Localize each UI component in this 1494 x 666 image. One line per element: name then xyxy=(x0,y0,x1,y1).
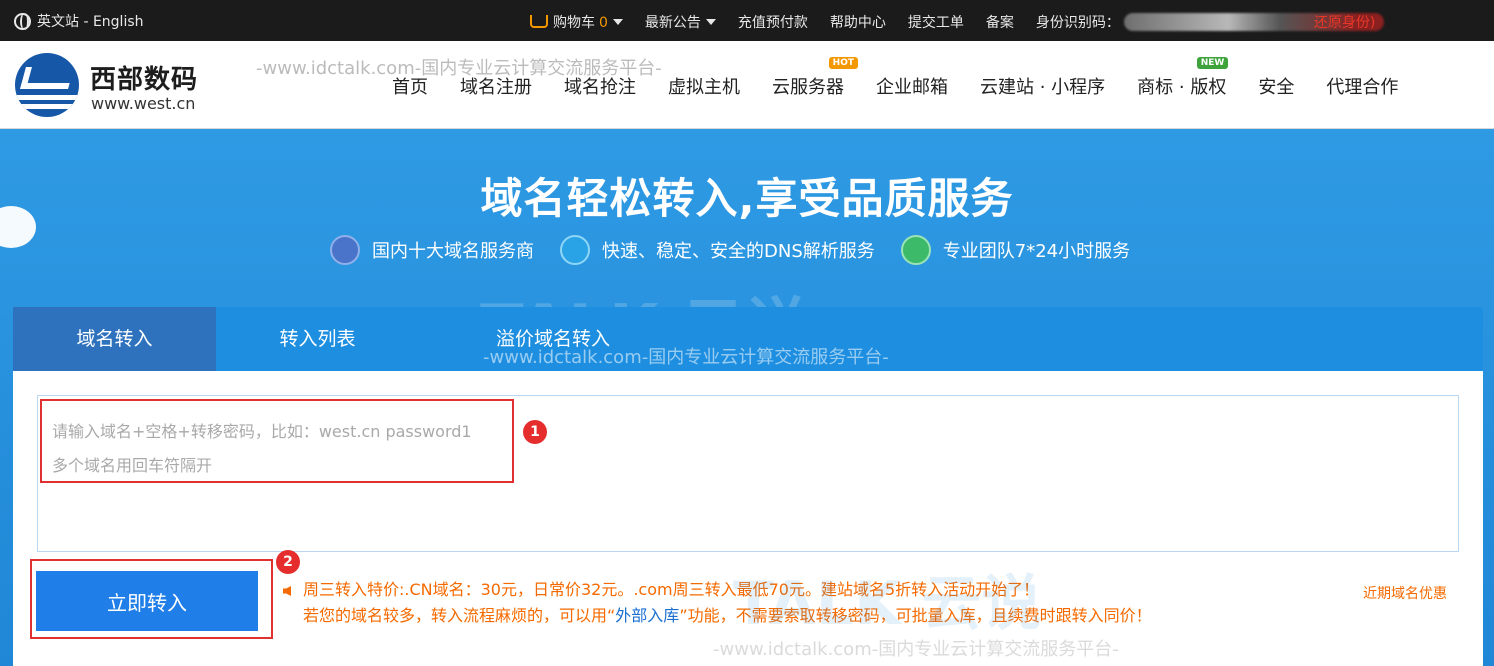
feature-item: 国内十大域名服务商 xyxy=(330,235,534,265)
hero-title: 域名轻松转入,享受品质服务 xyxy=(480,174,1014,223)
support-icon xyxy=(900,235,931,265)
annotation-marker-1: 1 xyxy=(523,420,547,444)
west-logo-icon[interactable] xyxy=(15,53,79,117)
nav-virtual-host[interactable]: 虚拟主机 xyxy=(668,73,740,99)
feature-list: 国内十大域名服务商 快速、稳定、安全的DNS解析服务 专业团队7*24小时服务 xyxy=(330,235,1156,265)
cart-count: 0 xyxy=(599,15,608,31)
ticket-link[interactable]: 提交工单 xyxy=(908,12,964,32)
nav-security[interactable]: 安全 xyxy=(1258,73,1294,99)
nav-domain-register[interactable]: 域名注册 xyxy=(460,73,532,99)
language-label: 英文站 - English xyxy=(37,14,144,30)
identity-code: 身份识别码： 还原身份) xyxy=(1036,12,1384,32)
annotation-marker-2: 2 xyxy=(276,550,300,574)
chevron-down-icon xyxy=(612,19,623,25)
annotation-box-2 xyxy=(30,559,273,639)
tab-transfer-list[interactable]: 转入列表 xyxy=(216,307,419,371)
top-bar: 英文站 - English 购物车 0 最新公告 充值预付款 帮助中心 提交工单 … xyxy=(0,0,1494,41)
transfer-panel: 域名转入 转入列表 溢价域名转入 -www.idctalk.com-国内专业云计… xyxy=(13,307,1483,666)
nav-site-builder[interactable]: 云建站 · 小程序 xyxy=(980,73,1105,99)
main-nav: 首页 域名注册 域名抢注 虚拟主机 云服务器 HOT 企业邮箱 云建站 · 小程序… xyxy=(392,57,1398,99)
annotation-box-1 xyxy=(40,399,514,483)
tab-premium-transfer[interactable]: 溢价域名转入 xyxy=(453,307,653,371)
restore-identity-link[interactable]: 还原身份) xyxy=(1314,15,1375,31)
feature-item: 专业团队7*24小时服务 xyxy=(900,235,1130,265)
dns-icon xyxy=(560,235,590,265)
chevron-down-icon xyxy=(705,19,716,25)
speaker-icon xyxy=(283,586,291,596)
announcements-link[interactable]: 最新公告 xyxy=(645,12,716,32)
external-import-link[interactable]: 外部入库 xyxy=(615,606,679,625)
promo-notice: 周三转入特价:.CN域名：30元，日常价32元。.com周三转入最低70元。建站… xyxy=(283,577,1152,629)
feature-item: 快速、稳定、安全的DNS解析服务 xyxy=(560,235,875,265)
www-icon xyxy=(330,235,360,265)
nav-enterprise-mail[interactable]: 企业邮箱 xyxy=(876,73,948,99)
recharge-link[interactable]: 充值预付款 xyxy=(738,12,808,32)
globe-icon xyxy=(14,12,31,30)
watermark-text: -www.idctalk.com-国内专业云计算交流服务平台- xyxy=(713,639,1119,660)
cart-icon xyxy=(530,15,548,28)
recent-offers-link[interactable]: 近期域名优惠 xyxy=(1363,583,1447,603)
nav-cloud-server[interactable]: 云服务器 HOT xyxy=(772,57,858,99)
help-link[interactable]: 帮助中心 xyxy=(830,12,886,32)
cart-link[interactable]: 购物车 0 xyxy=(530,12,623,32)
hot-badge: HOT xyxy=(828,57,858,69)
language-switch[interactable]: 英文站 - English xyxy=(14,11,144,31)
tab-domain-transfer[interactable]: 域名转入 xyxy=(13,307,216,380)
brand-url: www.west.cn xyxy=(91,94,196,113)
nav-home[interactable]: 首页 xyxy=(392,73,428,99)
tab-bar: 域名转入 转入列表 溢价域名转入 xyxy=(13,307,1483,380)
nav-trademark[interactable]: 商标 · 版权 NEW xyxy=(1137,57,1229,99)
nav-agent[interactable]: 代理合作 xyxy=(1326,73,1398,99)
top-links: 购物车 0 最新公告 充值预付款 帮助中心 提交工单 备案 身份识别码： 还原身份) xyxy=(530,12,1397,32)
new-badge: NEW xyxy=(1196,57,1229,69)
icp-link[interactable]: 备案 xyxy=(986,12,1014,32)
nav-domain-snatch[interactable]: 域名抢注 xyxy=(564,73,636,99)
brand-name: 西部数码 xyxy=(90,65,199,95)
transfer-form: 请输入域名+空格+转移密码，比如：west.cn password1 多个域名用… xyxy=(13,371,1483,666)
site-header: 西部数码 www.west.cn 首页 域名注册 域名抢注 虚拟主机 云服务器 H… xyxy=(0,41,1494,129)
hero-banner: 域名轻松转入,享受品质服务 国内十大域名服务商 快速、稳定、安全的DNS解析服务… xyxy=(0,129,1494,666)
